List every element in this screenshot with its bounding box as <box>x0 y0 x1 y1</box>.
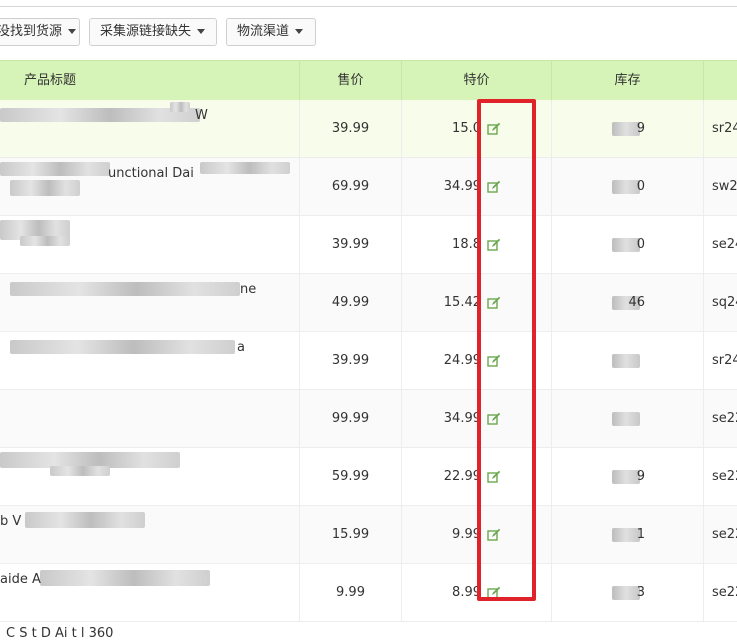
caret-down-icon <box>68 29 77 34</box>
table-row[interactable]: W 39.99 15.0 9 sr24 <box>0 100 737 158</box>
sale-price-value: 24.99 <box>443 353 481 368</box>
redacted-text-blur <box>10 180 80 196</box>
stock-cell <box>552 332 704 390</box>
filter-logistics-channel-button[interactable]: 物流渠道 <box>226 18 316 46</box>
price-cell: 59.99 <box>300 448 402 506</box>
product-title[interactable]: b V <box>0 514 300 529</box>
price-cell: 39.99 <box>300 216 402 274</box>
filter-label: 采集源链接缺失 <box>100 24 192 39</box>
table-row[interactable]: aide A9.998.993se22 <box>0 564 737 622</box>
table-row[interactable]: 99.99 34.99 se22 <box>0 390 737 448</box>
title-cell: ne <box>0 274 300 332</box>
stock-value: 0 <box>636 237 645 252</box>
sku-cell: se22 <box>712 585 737 600</box>
stock-value: 9 <box>636 469 645 484</box>
price-cell: 39.99 <box>300 332 402 390</box>
sale-price-value: 15.42 <box>443 295 481 310</box>
stock-value: 9 <box>636 121 645 136</box>
price-cell: 9.99 <box>300 564 402 622</box>
sku-cell: sq24 <box>712 295 737 310</box>
stock-cell <box>552 390 704 448</box>
redacted-text-blur <box>50 466 110 476</box>
stock-cell: 0 <box>552 158 704 216</box>
title-cell <box>0 390 300 448</box>
redacted-stock-blur <box>612 412 640 426</box>
stock-cell: 3 <box>552 564 704 622</box>
table-row[interactable]: unctional Dai69.99 34.99 0 sw24 <box>0 158 737 216</box>
title-cell: b V <box>0 506 300 564</box>
sku-cell: se22 <box>712 527 737 542</box>
table-header: 产品标题 售价 特价 库存 <box>0 60 737 101</box>
sale-price-value: 22.99 <box>443 469 481 484</box>
sale-column-highlight-box <box>477 99 536 601</box>
stock-cell: 9 <box>552 100 704 158</box>
stock-cell: 46 <box>552 274 704 332</box>
caret-down-icon <box>197 29 206 34</box>
product-title[interactable]: aide A <box>0 572 300 587</box>
sale-price-value: 34.99 <box>443 411 481 426</box>
column-header-sale[interactable]: 特价 <box>402 61 552 101</box>
stock-value: 46 <box>628 295 645 310</box>
title-cell: aide A <box>0 564 300 622</box>
sku-cell: sr24 <box>712 121 737 136</box>
column-header-stock[interactable]: 库存 <box>552 61 704 101</box>
title-cell: unctional Dai <box>0 158 300 216</box>
sku-cell: se22 <box>712 411 737 426</box>
stock-cell: 9 <box>552 448 704 506</box>
sku-cell: se24 <box>712 237 737 252</box>
column-header-price[interactable]: 售价 <box>300 61 402 101</box>
filter-source-link-missing-button[interactable]: 采集源链接缺失 <box>89 18 217 46</box>
toolbar-top-border <box>0 0 737 7</box>
partial-row-title: C S t D Ai t l 360 <box>6 626 114 641</box>
table-row[interactable]: b V15.999.991se22 <box>0 506 737 564</box>
table-row[interactable]: 59.99 22.99 9 se22 <box>0 448 737 506</box>
title-cell <box>0 448 300 506</box>
sku-cell: se22 <box>712 469 737 484</box>
price-cell: 39.99 <box>300 100 402 158</box>
sku-cell: sr24 <box>712 353 737 368</box>
filter-label: 物流渠道 <box>237 24 290 39</box>
price-cell: 69.99 <box>300 158 402 216</box>
table-row[interactable]: a 39.99 24.99 sr24 <box>0 332 737 390</box>
title-cell: W <box>0 100 300 158</box>
redacted-stock-blur <box>612 354 640 368</box>
stock-value: 3 <box>636 585 645 600</box>
stock-value: 1 <box>636 527 645 542</box>
stock-value: 0 <box>636 179 645 194</box>
price-cell: 99.99 <box>300 390 402 448</box>
title-cell: a <box>0 332 300 390</box>
stock-cell: 0 <box>552 216 704 274</box>
filter-label: 没找到货源 <box>0 24 63 39</box>
price-cell: 49.99 <box>300 274 402 332</box>
caret-down-icon <box>295 29 304 34</box>
filter-no-source-button[interactable]: 没找到货源 <box>0 18 80 46</box>
stock-cell: 1 <box>552 506 704 564</box>
sale-price-value: 34.99 <box>443 179 481 194</box>
table-row[interactable]: ne49.99 15.42 46 sq24 <box>0 274 737 332</box>
table-row[interactable]: 39.9918.80se24 <box>0 216 737 274</box>
price-cell: 15.99 <box>300 506 402 564</box>
column-header-title[interactable]: 产品标题 <box>0 61 300 101</box>
sku-cell: sw24 <box>712 179 737 194</box>
title-cell <box>0 216 300 274</box>
redacted-text-blur <box>20 236 70 246</box>
